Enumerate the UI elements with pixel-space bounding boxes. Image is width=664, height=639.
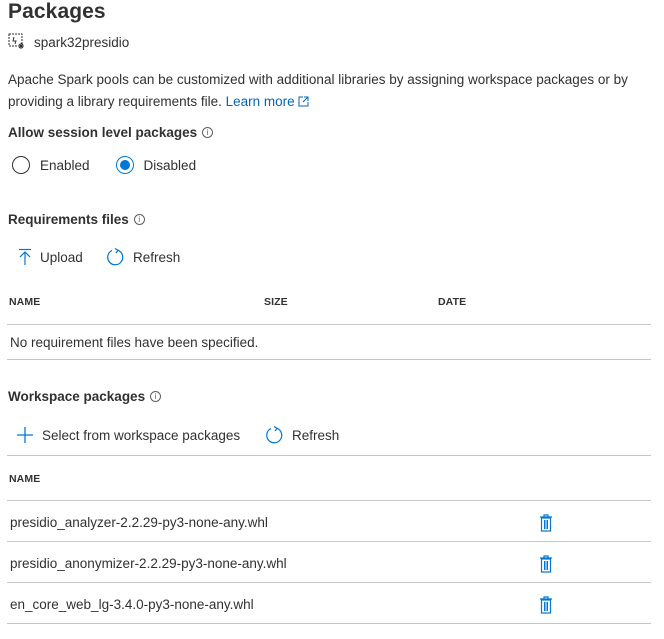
session-packages-radio-group: Enabled Disabled — [12, 156, 196, 174]
radio-disabled-label: Disabled — [143, 157, 197, 173]
spark-pool-icon — [8, 33, 26, 52]
workspace-packages-label: Workspace packages i — [8, 389, 162, 404]
divider — [7, 324, 651, 325]
radio-enabled-circle[interactable] — [12, 156, 30, 174]
divider — [7, 623, 651, 624]
page-title: Packages — [8, 0, 106, 23]
divider — [7, 500, 651, 501]
resource-name-row: spark32presidio — [8, 33, 129, 52]
column-header-name[interactable]: NAME — [9, 296, 40, 308]
description-text: Apache Spark pools can be customized wit… — [8, 72, 628, 109]
divider — [7, 455, 651, 456]
refresh-label: Refresh — [292, 428, 340, 443]
radio-selected-dot — [119, 160, 130, 170]
column-header-date[interactable]: DATE — [438, 296, 466, 308]
plus-icon — [16, 426, 34, 444]
learn-more-label: Learn more — [225, 94, 295, 109]
table-row-name: presidio_anonymizer-2.2.29-py3-none-any.… — [10, 556, 287, 571]
table-row-name: en_core_web_lg-3.4.0-py3-none-any.whl — [10, 597, 254, 612]
learn-more-link[interactable]: Learn more — [226, 94, 310, 109]
radio-disabled[interactable]: Disabled — [115, 156, 197, 174]
workspace-refresh-button[interactable]: Refresh — [265, 426, 339, 445]
radio-enabled-label: Enabled — [40, 157, 90, 173]
table-row-name: presidio_analyzer-2.2.29-py3-none-any.wh… — [10, 515, 268, 530]
divider — [7, 359, 651, 360]
refresh-icon — [106, 248, 125, 267]
trash-icon[interactable] — [539, 514, 553, 535]
info-icon[interactable]: i — [202, 127, 214, 138]
refresh-label: Refresh — [133, 250, 181, 265]
select-workspace-packages-button[interactable]: Select from workspace packages — [16, 426, 240, 444]
external-link-icon — [298, 94, 309, 109]
workspace-packages-label-text: Workspace packages — [8, 389, 146, 404]
radio-disabled-circle[interactable] — [115, 156, 134, 174]
upload-label: Upload — [40, 249, 83, 265]
select-workspace-packages-label: Select from workspace packages — [42, 427, 241, 443]
divider — [7, 582, 651, 583]
requirements-refresh-button[interactable]: Refresh — [106, 248, 180, 267]
upload-icon — [18, 248, 32, 266]
session-packages-label-text: Allow session level packages — [8, 125, 198, 140]
info-icon[interactable]: i — [150, 391, 162, 402]
divider — [7, 541, 651, 542]
description: Apache Spark pools can be customized wit… — [8, 69, 658, 113]
column-header-name[interactable]: NAME — [9, 473, 40, 485]
info-icon[interactable]: i — [133, 214, 145, 225]
resource-name: spark32presidio — [34, 35, 130, 50]
empty-message: No requirement files have been specified… — [10, 335, 259, 350]
radio-enabled[interactable]: Enabled — [12, 156, 90, 174]
column-header-size[interactable]: SIZE — [264, 296, 288, 308]
upload-button[interactable]: Upload — [18, 248, 83, 266]
requirements-label-text: Requirements files — [8, 212, 129, 227]
trash-icon[interactable] — [539, 555, 553, 576]
requirements-label: Requirements files i — [8, 212, 145, 227]
refresh-icon — [265, 426, 284, 445]
session-packages-label: Allow session level packages i — [8, 125, 214, 140]
trash-icon[interactable] — [539, 596, 553, 617]
